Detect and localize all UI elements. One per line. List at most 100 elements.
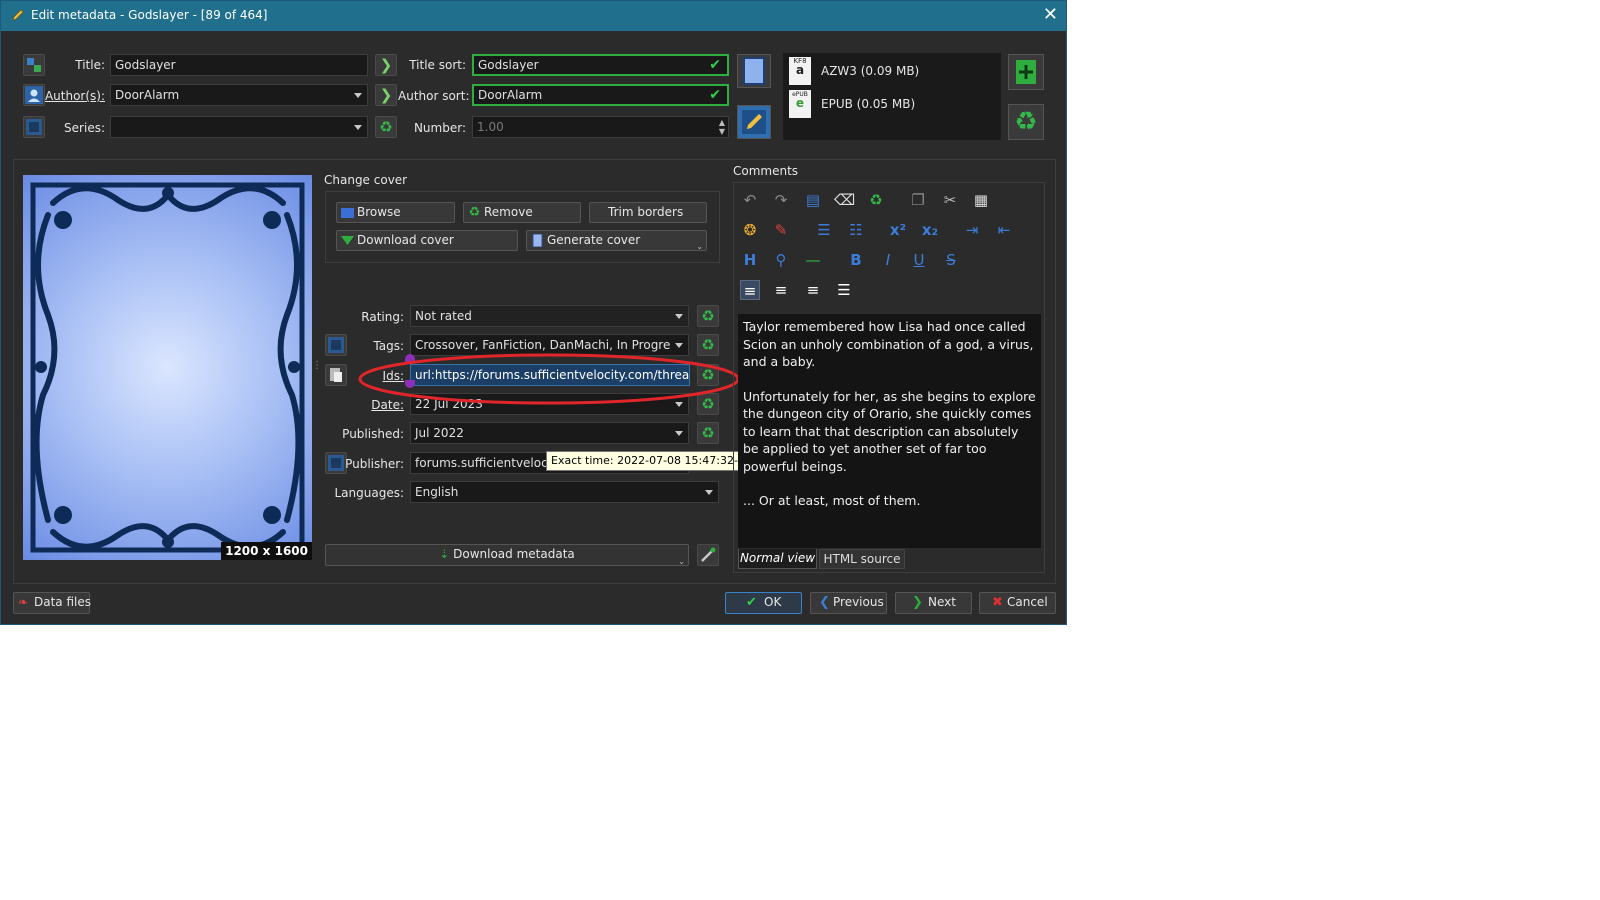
publisher-value: forums.sufficientvelocity. [415, 456, 565, 470]
tab-normal-view[interactable]: Normal view [738, 549, 817, 569]
formats-list[interactable]: KF8 a AZW3 (0.09 MB) ePUB e EPUB (0.05 MB) [783, 53, 1001, 140]
copy-author-to-sort-button[interactable]: ❯ [375, 84, 397, 106]
ok-button[interactable]: ✔ OK [725, 592, 802, 614]
chevron-down-icon[interactable] [349, 117, 367, 137]
check-icon: ✔ [709, 87, 721, 103]
comments-toolbar: ↶ ↷ ▤ ⌫ ♻ ❐ ✂ ▦ ❂ ✎ ☰ ☷ x² x₂ ⇥ ⇤ H ⚲ — … [738, 187, 1040, 311]
superscript-icon[interactable]: x² [888, 220, 908, 240]
data-files-button[interactable]: ❧ Data files [13, 592, 91, 614]
series-number-spinbox[interactable]: 1.00 ▲ ▼ [472, 116, 729, 138]
configure-download-button[interactable] [697, 544, 719, 566]
window-title: Edit metadata - Godslayer - [89 of 464] [31, 8, 268, 22]
recycle-icon: ♻ [1014, 107, 1038, 137]
series-combobox[interactable] [110, 116, 368, 138]
tags-value: Crossover, FanFiction, DanMachi, In Prog… [415, 338, 689, 352]
scissors-icon[interactable]: ✂ [940, 190, 960, 210]
underline-icon[interactable]: U [909, 250, 929, 270]
edit-pencil-icon [12, 9, 24, 21]
redo-icon[interactable]: ↷ [771, 190, 791, 210]
clear-rating-button[interactable]: ♻ [697, 305, 719, 327]
numbered-list-icon[interactable]: ☰ [814, 220, 834, 240]
italic-icon[interactable]: I [878, 250, 898, 270]
browse-cover-button[interactable]: Browse [336, 202, 455, 223]
title-bar: Edit metadata - Godslayer - [89 of 464] … [1, 1, 1066, 31]
spin-arrows-icon[interactable]: ▲ ▼ [719, 118, 725, 136]
cancel-label: Cancel [1007, 595, 1048, 609]
data-files-icon: ❧ [18, 595, 29, 609]
swap-title-author-button[interactable] [23, 54, 45, 76]
generate-cover-button[interactable]: Generate cover ⌄ [526, 230, 707, 251]
rating-combobox[interactable]: Not rated [410, 305, 689, 327]
arrow-right-icon: ❯ [379, 56, 393, 74]
format-item[interactable]: KF8 a AZW3 (0.09 MB) [789, 57, 999, 85]
cover-image[interactable]: 1200 x 1600 [23, 175, 312, 560]
comment-paragraph: ... Or at least, most of them. [743, 493, 921, 508]
align-justify-icon[interactable]: ☰ [834, 280, 854, 300]
download-cover-button[interactable]: Download cover [336, 230, 518, 251]
heading-icon[interactable]: H [740, 250, 760, 270]
chevron-down-icon[interactable]: ⌄ [678, 552, 685, 571]
copy-title-to-sort-button[interactable]: ❯ [375, 54, 397, 76]
trim-borders-button[interactable]: Trim borders [589, 202, 707, 223]
authors-combobox[interactable]: DoorAlarm [110, 84, 368, 106]
comments-text-area[interactable]: Taylor remembered how Lisa had once call… [738, 314, 1041, 548]
change-cover-title: Change cover [324, 173, 408, 187]
splitter-handle[interactable]: ⋮ [312, 361, 322, 383]
align-center-icon[interactable]: ≡ [771, 280, 791, 300]
data-files-label: Data files [34, 595, 91, 609]
manage-authors-button[interactable] [23, 84, 45, 106]
chevron-right-icon: ❯ [912, 595, 923, 610]
languages-field[interactable]: English [410, 481, 719, 503]
cover-size-label: 1200 x 1600 [221, 542, 312, 560]
chevron-down-icon[interactable] [349, 85, 367, 105]
chevron-down-icon[interactable]: ⌄ [696, 237, 703, 256]
chevron-down-icon[interactable] [670, 306, 688, 326]
highlight-icon[interactable]: ✎ [771, 220, 791, 240]
remove-format-button[interactable]: ♻ [1008, 104, 1044, 140]
add-format-button[interactable] [1008, 54, 1044, 90]
title-sort-field[interactable]: Godslayer ✔ [472, 54, 729, 76]
format-item[interactable]: ePUB e EPUB (0.05 MB) [789, 90, 999, 118]
align-right-icon[interactable]: ≡ [803, 280, 823, 300]
languages-label: Languages: [334, 486, 404, 500]
strikethrough-icon[interactable]: S [941, 250, 961, 270]
title-field[interactable]: Godslayer [110, 54, 368, 76]
horizontal-rule-icon[interactable]: — [803, 250, 823, 270]
manage-series-button[interactable] [23, 116, 45, 138]
published-field[interactable]: Jul 2022 [410, 422, 689, 444]
series-number-value: 1.00 [477, 120, 504, 134]
indent-icon[interactable]: ⇥ [962, 220, 982, 240]
format-name: AZW3 (0.09 MB) [821, 64, 920, 78]
chevron-down-icon[interactable] [670, 423, 688, 443]
title-sort-label: Title sort: [409, 58, 466, 72]
undo-icon[interactable]: ↶ [740, 190, 760, 210]
link-icon[interactable]: ⚲ [771, 250, 791, 270]
previous-button[interactable]: ❮ Previous [810, 592, 887, 614]
select-all-icon[interactable]: ▤ [803, 190, 823, 210]
eraser-icon[interactable]: ⌫ [834, 190, 855, 210]
clear-published-button[interactable]: ♻ [697, 422, 719, 444]
cover-from-format-button[interactable] [737, 54, 771, 88]
subscript-icon[interactable]: x₂ [920, 220, 940, 240]
recycle-icon[interactable]: ♻ [866, 190, 886, 210]
chevron-down-icon[interactable] [700, 482, 718, 502]
tab-html-source[interactable]: HTML source [819, 549, 905, 569]
clear-series-button[interactable]: ♻ [375, 116, 397, 138]
outdent-icon[interactable]: ⇤ [994, 220, 1014, 240]
cancel-button[interactable]: ✖ Cancel [979, 592, 1056, 614]
close-icon[interactable]: ✕ [1043, 5, 1058, 25]
bold-icon[interactable]: B [846, 250, 866, 270]
palette-icon[interactable]: ❂ [740, 220, 760, 240]
copy-icon[interactable]: ❐ [908, 190, 928, 210]
remove-cover-button[interactable]: ♻ Remove [463, 202, 581, 223]
chevron-left-icon: ❮ [819, 595, 830, 610]
bullet-list-icon[interactable]: ☷ [846, 220, 866, 240]
edit-book-button[interactable] [737, 105, 771, 139]
next-button[interactable]: ❯ Next [895, 592, 972, 614]
languages-value: English [415, 485, 459, 499]
rating-value: Not rated [415, 309, 472, 323]
paste-icon[interactable]: ▦ [971, 190, 991, 210]
author-sort-field[interactable]: DoorAlarm ✔ [472, 84, 729, 106]
align-left-icon[interactable]: ≡ [740, 280, 760, 300]
download-metadata-button[interactable]: ⇣ Download metadata ⌄ [325, 544, 689, 566]
